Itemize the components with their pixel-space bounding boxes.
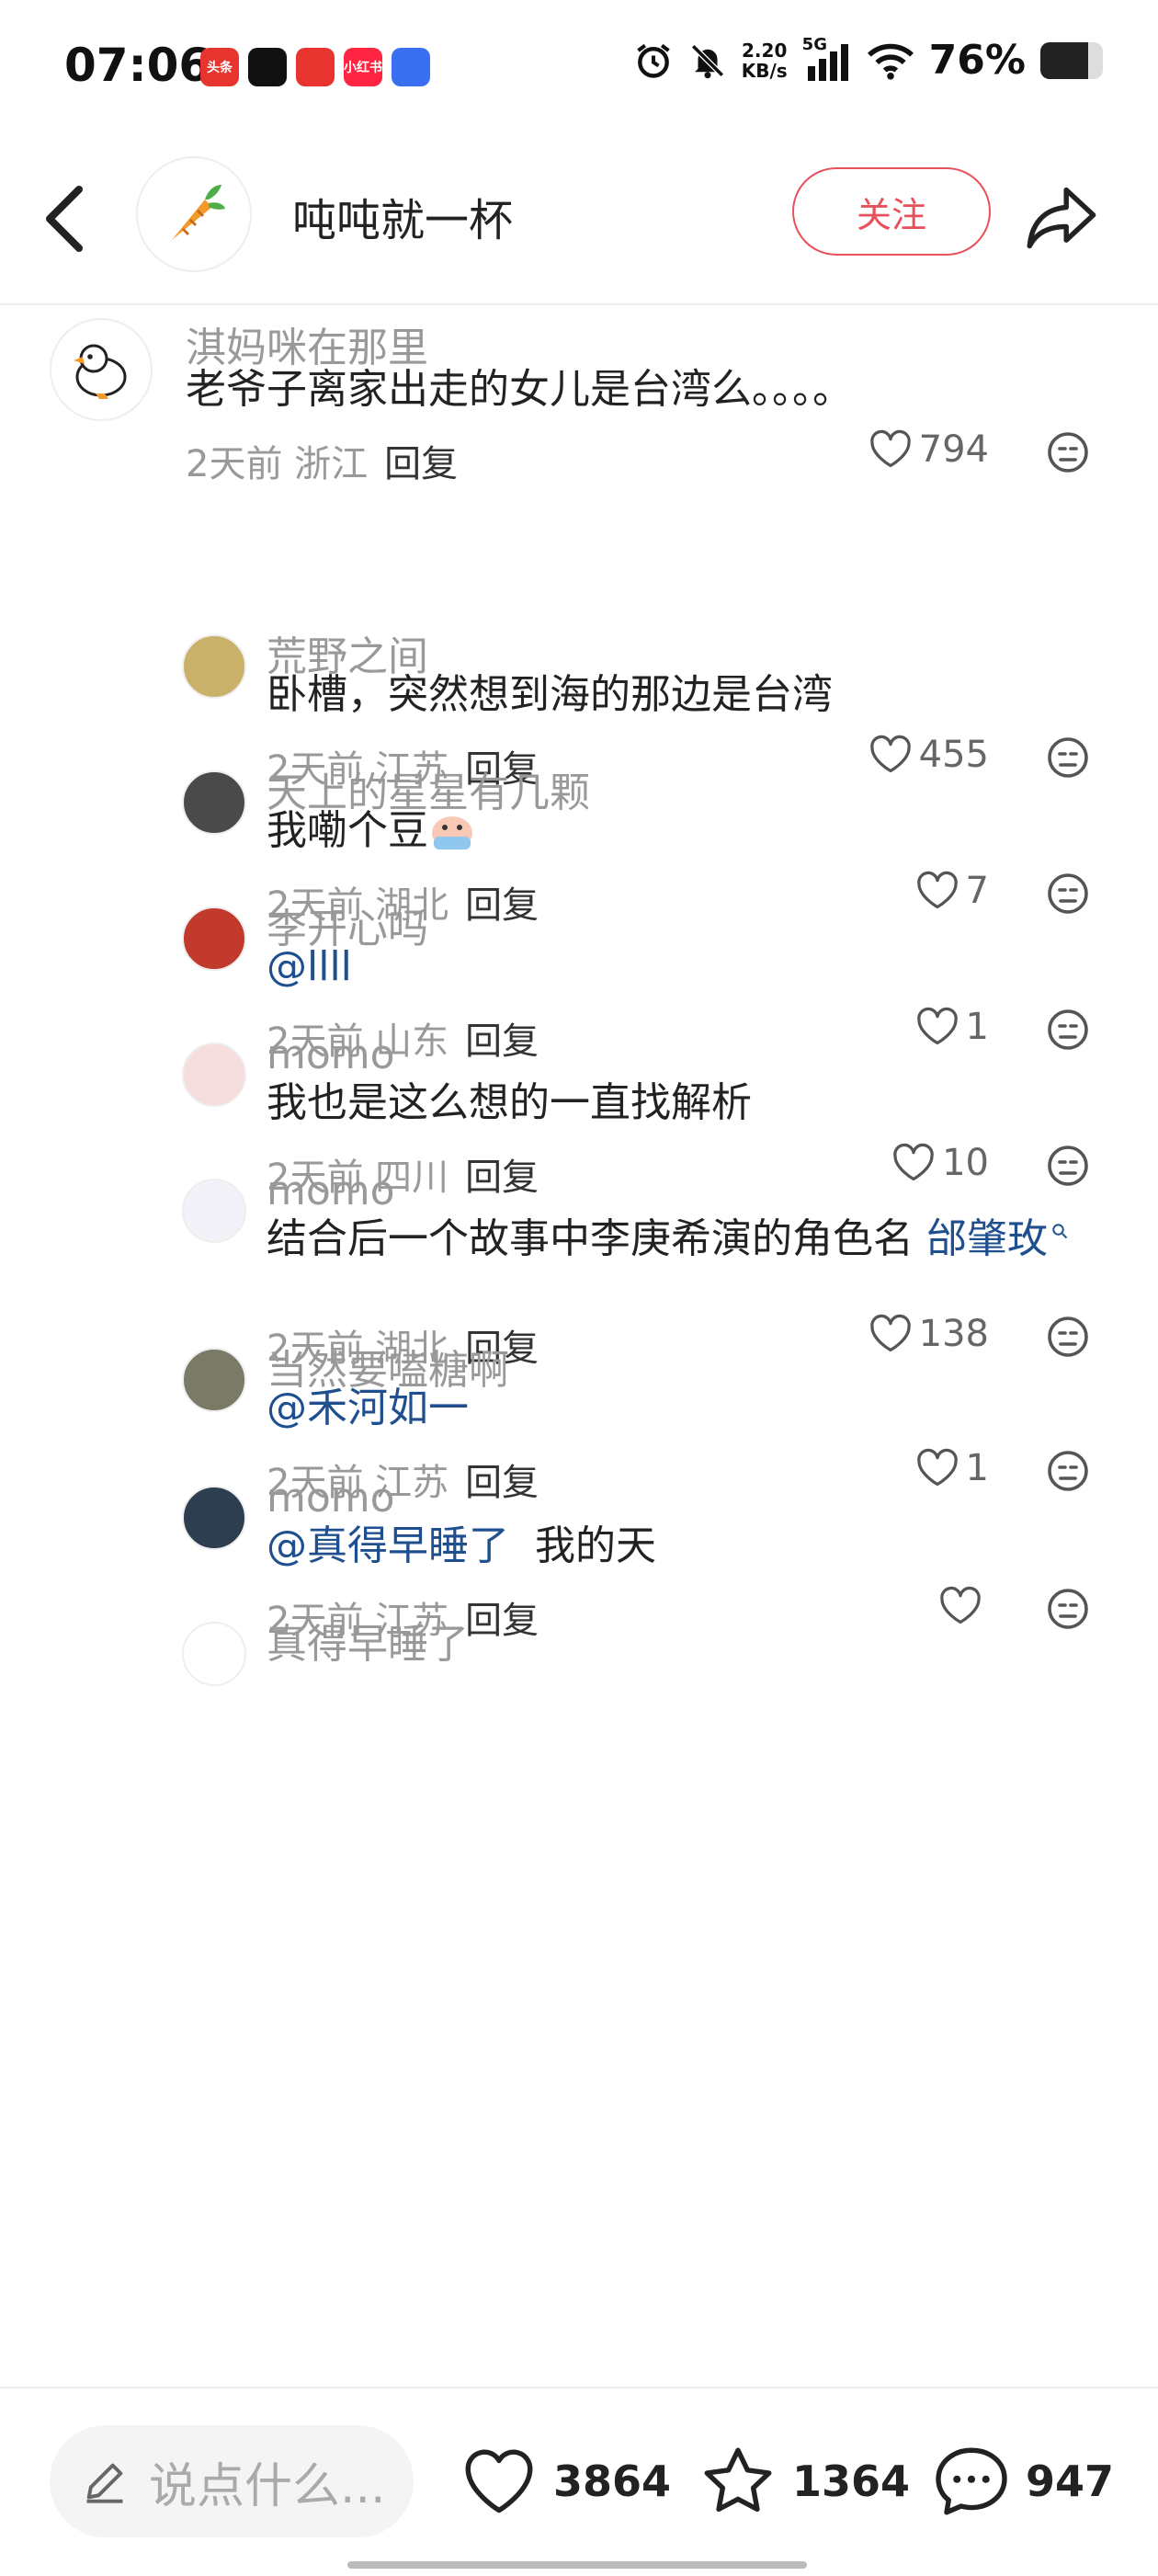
likes-count: 3864 — [553, 2456, 672, 2506]
reply-comment[interactable]: 天上的星星有几颗 我嘞个豆 2天前 湖北 回复 7 — [0, 761, 1158, 927]
comment-text-segment: 卧槽，突然想到海的那边是台湾 — [267, 671, 833, 718]
reply-comment[interactable]: 当然要嗑糖啊 @禾河如一 2天前 江苏 回复 1 — [0, 1339, 1158, 1504]
favorites-count: 1364 — [792, 2456, 911, 2506]
battery-percentage: 76% — [928, 37, 1026, 84]
follow-button[interactable]: 关注 — [792, 167, 991, 256]
top-level-comment[interactable]: 淇妈咪在那里 老爷子离家出走的女儿是台湾么。。。。 2天前 浙江 回复 794 — [0, 313, 1158, 485]
comment-text-segment: 我的天 — [509, 1522, 656, 1569]
bottom-action-bar: 说点什么... 3864 1364 947 — [0, 2387, 1158, 2576]
comment-text: 我也是这么想的一直找解析 — [267, 1074, 1094, 1133]
mute-bell-icon — [690, 43, 724, 78]
cellular-signal: 5G — [802, 35, 852, 81]
search-superscript-icon[interactable] — [1048, 1215, 1068, 1262]
comment-dislike-button[interactable] — [1046, 430, 1090, 474]
comment-text-segment: 我嘞个豆 — [267, 807, 428, 854]
comment-text: @真得早睡了 我的天 — [267, 1517, 1094, 1576]
wifi-icon — [867, 43, 914, 80]
comment-text: @llll — [267, 938, 1094, 997]
xiaohongshu-icon: 小红书 — [344, 48, 382, 86]
duck-avatar-icon — [74, 344, 127, 399]
alarm-icon — [637, 43, 670, 78]
like-post-button[interactable]: 3864 — [458, 2440, 671, 2523]
comments-count: 947 — [1026, 2456, 1115, 2506]
comment-username[interactable]: momo — [267, 1475, 395, 1522]
network-speed: 2.20 KB/s — [742, 40, 788, 81]
star-icon — [704, 2447, 772, 2513]
mention-link[interactable]: 邰肇玫 — [926, 1215, 1048, 1262]
back-arrow-icon[interactable] — [39, 182, 94, 256]
user-avatar[interactable] — [182, 1486, 246, 1550]
comment-like-count: 794 — [918, 428, 989, 471]
comment-text: 结合后一个故事中李庚希演的角色名 邰肇玫 — [267, 1210, 1094, 1269]
user-avatar[interactable] — [182, 1043, 246, 1107]
user-avatar[interactable] — [50, 318, 153, 421]
battery-fill — [1040, 41, 1088, 79]
favorite-post-button[interactable]: 1364 — [697, 2440, 910, 2523]
comment-meta: 2天前 浙江 回复 — [186, 434, 458, 487]
network-speed-value: 2.20 — [742, 39, 788, 62]
user-avatar[interactable] — [182, 1179, 246, 1243]
crying-emoji-icon — [428, 807, 476, 854]
user-avatar[interactable] — [182, 634, 246, 699]
comment-bubble-icon — [936, 2447, 1007, 2515]
comment-text: 老爷子离家出走的女儿是台湾么。。。。 — [186, 360, 1094, 419]
author-name[interactable]: 吨吨就一杯 — [292, 184, 513, 248]
battery-icon — [1040, 41, 1103, 79]
user-avatar[interactable] — [182, 1622, 246, 1686]
reply-comment[interactable]: 荒野之间 卧槽，突然想到海的那边是台湾 2天前 江苏 回复 455 — [0, 625, 1158, 791]
mention-link[interactable]: @禾河如一 — [267, 1385, 469, 1431]
user-avatar[interactable] — [182, 906, 246, 971]
signal-bars-icon — [807, 43, 848, 81]
comment-text-segment: 结合后一个故事中李庚希演的角色名 — [267, 1215, 926, 1262]
user-avatar[interactable] — [182, 1348, 246, 1412]
reply-comment[interactable]: momo 我也是这么想的一直找解析 2天前 四川 回复 10 — [0, 1032, 1158, 1199]
reply-comment[interactable]: momo @真得早睡了 我的天 2天前 江苏 回复 — [0, 1475, 1158, 1642]
comments-button[interactable]: 947 — [930, 2440, 1114, 2523]
toutiao-icon: 头条 — [200, 48, 239, 86]
clock: 07:06 — [64, 39, 211, 92]
status-bar: 07:06 头条 小红书 2.20 KB/s 5G 76% — [0, 0, 1158, 138]
clown-app-icon — [296, 48, 335, 86]
post-header: 吨吨就一杯 关注 — [0, 147, 1158, 305]
baidu-icon — [392, 48, 430, 86]
heart-outline-icon — [869, 429, 911, 468]
comment-username[interactable]: momo — [267, 1032, 395, 1078]
comment-text: 卧槽，突然想到海的那边是台湾 — [267, 666, 1094, 724]
comment-time: 2天前 — [186, 443, 283, 485]
comment-username[interactable]: 真得早睡了 — [267, 1611, 469, 1670]
carrot-icon — [172, 185, 225, 240]
comment-list[interactable]: 淇妈咪在那里 老爷子离家出走的女儿是台湾么。。。。 2天前 浙江 回复 794 荒野之间卧… — [0, 313, 1158, 2381]
system-indicators: 2.20 KB/s 5G 76% — [633, 35, 1103, 84]
comment-text: @禾河如一 — [267, 1379, 1094, 1438]
user-avatar[interactable] — [182, 770, 246, 835]
douyin-icon — [248, 48, 287, 86]
comment-input[interactable]: 说点什么... — [50, 2425, 414, 2537]
share-icon[interactable] — [1024, 178, 1101, 256]
comment-input-placeholder: 说点什么... — [149, 2458, 386, 2514]
reply-button[interactable]: 回复 — [384, 443, 458, 485]
comment-text: 我嘞个豆 — [267, 802, 1094, 861]
comment-username[interactable]: momo — [267, 1168, 395, 1214]
comment-like-button[interactable]: 794 — [868, 428, 989, 471]
pencil-icon — [86, 2463, 123, 2503]
author-avatar[interactable] — [136, 156, 252, 272]
comment-text-segment: 我也是这么想的一直找解析 — [267, 1079, 752, 1126]
mention-link[interactable]: @llll — [267, 943, 352, 990]
home-indicator[interactable] — [347, 2561, 807, 2569]
comment-text-segment: 老爷子离家出走的女儿是台湾么。。。。 — [186, 366, 853, 413]
network-speed-unit: KB/s — [741, 59, 788, 82]
dislike-face-icon — [1048, 432, 1088, 473]
mention-link[interactable]: @真得早睡了 — [267, 1522, 509, 1569]
heart-icon — [465, 2449, 533, 2513]
reply-comment[interactable]: 真得早睡了 — [0, 1613, 1158, 1749]
reply-comment[interactable]: 李开心吗 @llll 2天前 山东 回复 1 — [0, 897, 1158, 1063]
comment-location: 浙江 — [294, 443, 369, 485]
notification-app-icons: 头条 小红书 — [200, 48, 430, 86]
